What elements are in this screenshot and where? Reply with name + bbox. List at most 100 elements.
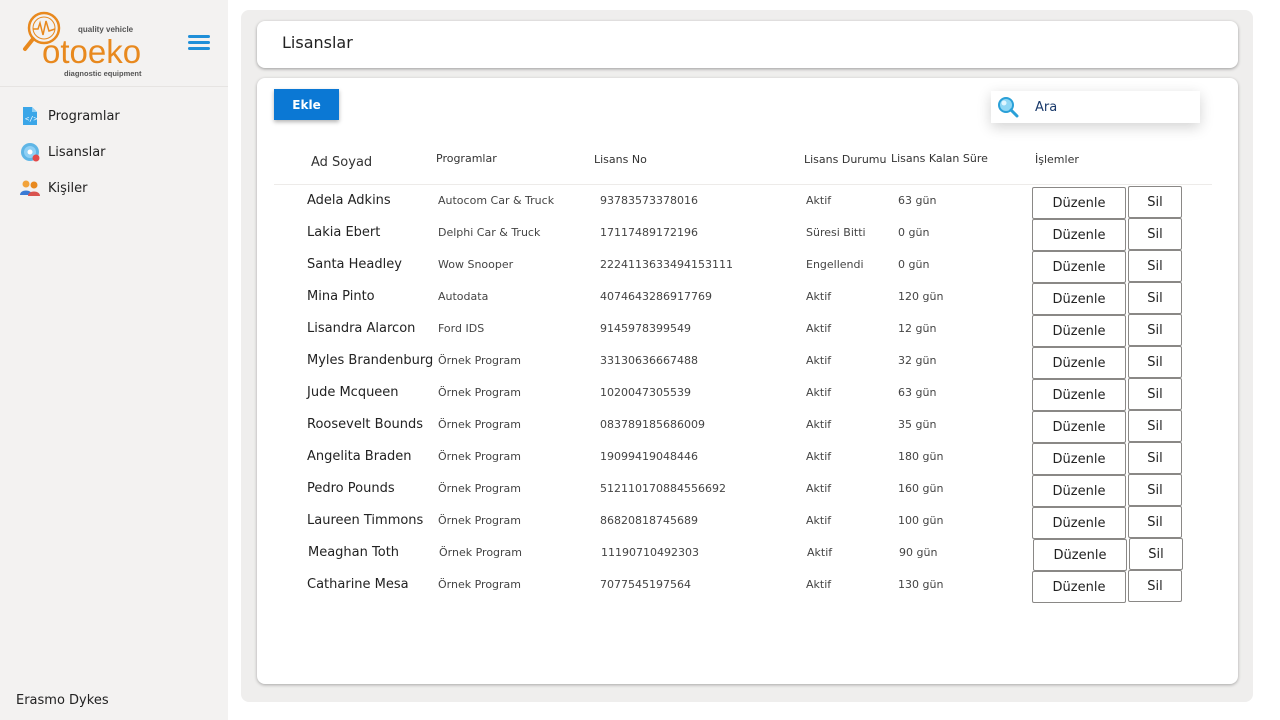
edit-button[interactable]: Düzenle bbox=[1032, 379, 1126, 411]
cell-program: Örnek Program bbox=[439, 546, 523, 559]
delete-button[interactable]: Sil bbox=[1128, 250, 1182, 282]
cell-program: Örnek Program bbox=[438, 578, 522, 591]
cell-license-no: 083789185686009 bbox=[600, 418, 705, 431]
cell-remaining: 130 gün bbox=[898, 578, 944, 591]
cell-name: Mina Pinto bbox=[307, 289, 375, 304]
cell-status: Aktif bbox=[806, 194, 832, 207]
sidebar-item-programlar[interactable]: </> Programlar bbox=[0, 98, 228, 134]
column-header-programlar[interactable]: Programlar bbox=[436, 152, 497, 165]
search-box[interactable] bbox=[991, 91, 1200, 123]
edit-button[interactable]: Düzenle bbox=[1032, 443, 1126, 475]
logo-tagline-bottom: diagnostic equipment bbox=[64, 69, 142, 78]
table-row: Pedro Pounds Örnek Program 5121101708845… bbox=[274, 473, 1212, 507]
column-header-lisans-durumu[interactable]: Lisans Durumu bbox=[804, 153, 886, 166]
cell-name: Jude Mcqueen bbox=[307, 385, 399, 400]
edit-button[interactable]: Düzenle bbox=[1032, 475, 1126, 507]
edit-button[interactable]: Düzenle bbox=[1032, 187, 1126, 219]
search-icon bbox=[996, 95, 1020, 119]
people-icon bbox=[20, 178, 40, 198]
delete-button[interactable]: Sil bbox=[1128, 506, 1182, 538]
table-row: Angelita Braden Örnek Program 1909941904… bbox=[274, 441, 1212, 475]
column-header-lisans-kalan-sure[interactable]: Lisans Kalan Süre bbox=[891, 152, 988, 165]
table-row: Adela Adkins Autocom Car & Truck 9378357… bbox=[274, 185, 1212, 219]
cell-remaining: 160 gün bbox=[898, 482, 944, 495]
delete-button[interactable]: Sil bbox=[1128, 410, 1182, 442]
delete-button[interactable]: Sil bbox=[1128, 474, 1182, 506]
table-row: Lisandra Alarcon Ford IDS 9145978399549 … bbox=[274, 313, 1212, 347]
cell-license-no: 33130636667488 bbox=[600, 354, 698, 367]
delete-button[interactable]: Sil bbox=[1128, 570, 1182, 602]
disc-icon bbox=[20, 142, 40, 162]
edit-button[interactable]: Düzenle bbox=[1032, 507, 1126, 539]
sidebar-item-lisanslar[interactable]: Lisanslar bbox=[0, 134, 228, 170]
logo-text: otoeko bbox=[42, 33, 141, 70]
cell-license-no: 512110170884556692 bbox=[600, 482, 726, 495]
delete-button[interactable]: Sil bbox=[1128, 218, 1182, 250]
cell-name: Santa Headley bbox=[307, 257, 402, 272]
delete-button[interactable]: Sil bbox=[1129, 538, 1183, 570]
sidebar: quality vehicle otoeko diagnostic equipm… bbox=[0, 0, 228, 720]
delete-button[interactable]: Sil bbox=[1128, 378, 1182, 410]
cell-program: Örnek Program bbox=[438, 450, 522, 463]
cell-remaining: 63 gün bbox=[898, 194, 937, 207]
table-body: Adela Adkins Autocom Car & Truck 9378357… bbox=[274, 185, 1212, 603]
edit-button[interactable]: Düzenle bbox=[1032, 251, 1126, 283]
table-header: Ad Soyad Programlar Lisans No Lisans Dur… bbox=[274, 142, 1212, 185]
licenses-table: Ad Soyad Programlar Lisans No Lisans Dur… bbox=[274, 142, 1212, 603]
cell-remaining: 0 gün bbox=[898, 258, 930, 271]
cell-remaining: 180 gün bbox=[898, 450, 944, 463]
sidebar-item-label: Lisanslar bbox=[48, 144, 106, 160]
column-header-lisans-no[interactable]: Lisans No bbox=[594, 153, 647, 166]
cell-name: Myles Brandenburg bbox=[307, 353, 434, 368]
cell-license-no: 93783573378016 bbox=[600, 194, 698, 207]
current-user-name[interactable]: Erasmo Dykes bbox=[16, 693, 109, 708]
cell-program: Örnek Program bbox=[438, 514, 522, 527]
hamburger-menu-icon[interactable] bbox=[186, 32, 214, 54]
cell-name: Lakia Ebert bbox=[307, 225, 381, 240]
table-row: Mina Pinto Autodata 4074643286917769 Akt… bbox=[274, 281, 1212, 315]
code-file-icon: </> bbox=[20, 106, 40, 126]
cell-program: Örnek Program bbox=[438, 418, 522, 431]
cell-program: Delphi Car & Truck bbox=[438, 226, 541, 239]
edit-button[interactable]: Düzenle bbox=[1032, 283, 1126, 315]
cell-program: Wow Snooper bbox=[438, 258, 514, 271]
delete-button[interactable]: Sil bbox=[1128, 346, 1182, 378]
cell-license-no: 4074643286917769 bbox=[600, 290, 712, 303]
otoeko-logo[interactable]: quality vehicle otoeko diagnostic equipm… bbox=[22, 8, 162, 82]
cell-remaining: 12 gün bbox=[898, 322, 937, 335]
cell-remaining: 35 gün bbox=[898, 418, 937, 431]
cell-license-no: 1020047305539 bbox=[600, 386, 691, 399]
cell-program: Autodata bbox=[438, 290, 489, 303]
cell-status: Aktif bbox=[806, 578, 832, 591]
cell-status: Aktif bbox=[806, 514, 832, 527]
cell-name: Roosevelt Bounds bbox=[307, 417, 424, 432]
table-row: Myles Brandenburg Örnek Program 33130636… bbox=[274, 345, 1212, 379]
cell-name: Adela Adkins bbox=[307, 193, 391, 208]
table-row: Lakia Ebert Delphi Car & Truck 171174891… bbox=[274, 217, 1212, 251]
main-area: Lisanslar Ekle Ad Soyad Programlar Lisan… bbox=[241, 10, 1253, 702]
edit-button[interactable]: Düzenle bbox=[1032, 219, 1126, 251]
delete-button[interactable]: Sil bbox=[1128, 442, 1182, 474]
sidebar-item-label: Programlar bbox=[48, 108, 120, 124]
edit-button[interactable]: Düzenle bbox=[1033, 539, 1127, 571]
table-row: Laureen Timmons Örnek Program 8682081874… bbox=[274, 505, 1212, 539]
licenses-panel: Ekle Ad Soyad Programlar Lisans No Lisan… bbox=[257, 78, 1238, 684]
add-button[interactable]: Ekle bbox=[274, 89, 339, 120]
sidebar-item-kisiler[interactable]: Kişiler bbox=[0, 170, 228, 206]
delete-button[interactable]: Sil bbox=[1128, 186, 1182, 218]
edit-button[interactable]: Düzenle bbox=[1032, 571, 1126, 603]
cell-license-no: 9145978399549 bbox=[600, 322, 691, 335]
delete-button[interactable]: Sil bbox=[1128, 314, 1182, 346]
edit-button[interactable]: Düzenle bbox=[1032, 411, 1126, 443]
cell-status: Aktif bbox=[807, 546, 833, 559]
sidebar-divider bbox=[0, 86, 228, 87]
column-header-ad-soyad[interactable]: Ad Soyad bbox=[311, 155, 372, 170]
search-input[interactable] bbox=[1035, 99, 1185, 115]
cell-program: Örnek Program bbox=[438, 386, 522, 399]
edit-button[interactable]: Düzenle bbox=[1032, 347, 1126, 379]
delete-button[interactable]: Sil bbox=[1128, 282, 1182, 314]
edit-button[interactable]: Düzenle bbox=[1032, 315, 1126, 347]
page-title: Lisanslar bbox=[282, 33, 353, 52]
cell-program: Örnek Program bbox=[438, 482, 522, 495]
cell-name: Meaghan Toth bbox=[308, 545, 400, 560]
